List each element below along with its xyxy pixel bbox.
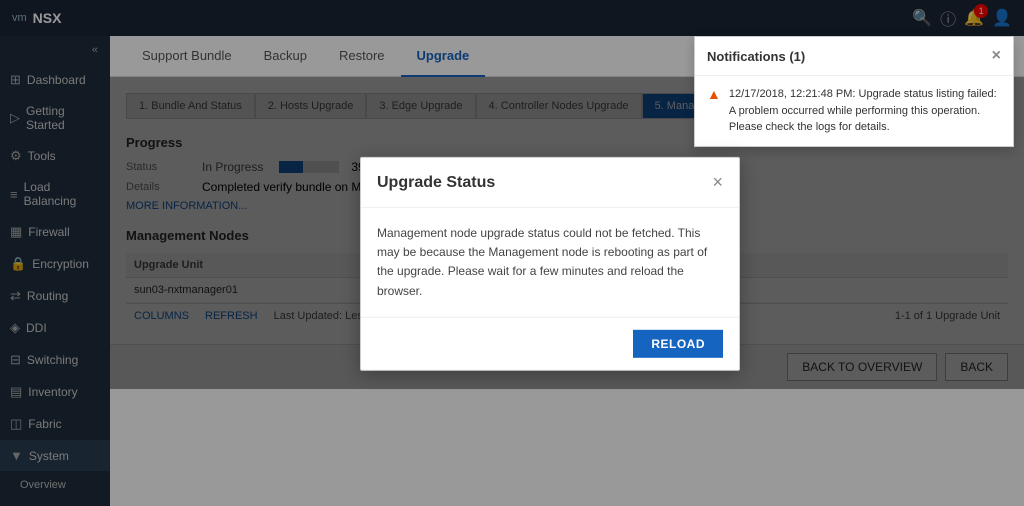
modal-title: Upgrade Status — [377, 173, 495, 191]
upgrade-status-modal: Upgrade Status × Management node upgrade… — [360, 157, 740, 371]
notification-text: 12/17/2018, 12:21:48 PM: Upgrade status … — [729, 86, 1001, 136]
notification-item: ▲ 12/17/2018, 12:21:48 PM: Upgrade statu… — [707, 86, 1001, 136]
notification-panel: Notifications (1) × ▲ 12/17/2018, 12:21:… — [694, 77, 1014, 147]
main-content: Support Bundle Backup Restore Upgrade 1.… — [110, 36, 1024, 506]
modal-footer: RELOAD — [361, 317, 739, 370]
modal-close-button[interactable]: × — [712, 172, 723, 193]
modal-body-text: Management node upgrade status could not… — [377, 226, 707, 298]
modal-header: Upgrade Status × — [361, 158, 739, 208]
reload-button[interactable]: RELOAD — [633, 330, 723, 358]
modal-body: Management node upgrade status could not… — [361, 208, 739, 317]
warning-icon: ▲ — [707, 86, 721, 136]
notification-body: ▲ 12/17/2018, 12:21:48 PM: Upgrade statu… — [695, 77, 1013, 146]
